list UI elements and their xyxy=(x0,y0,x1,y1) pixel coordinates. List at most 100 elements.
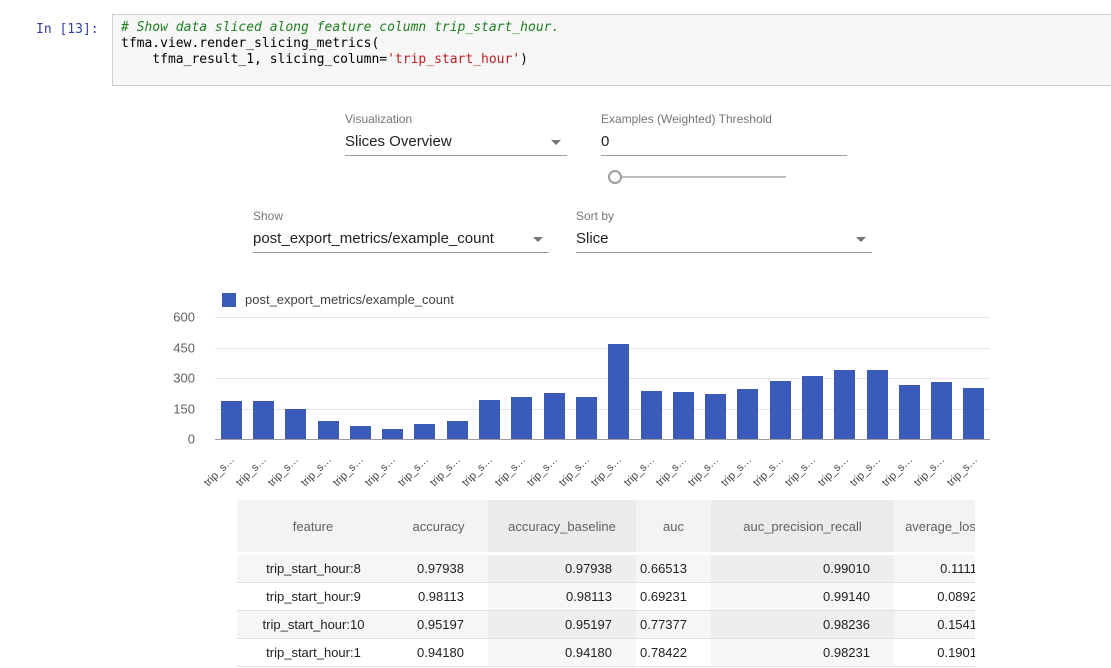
code-line-3: tfma_result_1, slicing_column='trip_star… xyxy=(121,52,1106,68)
bar-slot xyxy=(441,317,473,439)
metric-cell: 0.97938 xyxy=(389,555,488,583)
bar[interactable] xyxy=(285,409,306,439)
bar[interactable] xyxy=(479,400,500,439)
table-row: trip_start_hour:100.951970.951970.773770… xyxy=(237,611,975,639)
metric-cell: 0.1901 xyxy=(894,639,975,667)
threshold-label: Examples (Weighted) Threshold xyxy=(601,112,772,126)
slider-thumb[interactable] xyxy=(608,170,622,184)
bar-slot xyxy=(473,317,505,439)
metric-cell: 0.78422 xyxy=(636,639,711,667)
show-label: Show xyxy=(253,209,283,223)
code-text: ) xyxy=(520,52,528,67)
bar[interactable] xyxy=(511,397,532,439)
bar[interactable] xyxy=(673,392,694,439)
metric-cell: 0.77377 xyxy=(636,611,711,639)
column-header[interactable]: accuracy xyxy=(389,500,488,555)
feature-cell: trip_start_hour:8 xyxy=(237,555,389,583)
bar[interactable] xyxy=(576,397,597,439)
bar[interactable] xyxy=(931,382,952,439)
bar[interactable] xyxy=(963,388,984,439)
bar-slot xyxy=(861,317,893,439)
column-header[interactable]: average_los xyxy=(894,500,975,555)
bar[interactable] xyxy=(770,381,791,439)
feature-cell: trip_start_hour:1 xyxy=(237,639,389,667)
column-header[interactable]: accuracy_baseline xyxy=(488,500,636,555)
feature-cell: trip_start_hour:9 xyxy=(237,583,389,611)
bar-slot xyxy=(958,317,990,439)
metric-cell: 0.98236 xyxy=(711,611,894,639)
table-row: trip_start_hour:10.941800.941800.784220.… xyxy=(237,639,975,667)
x-tick-label: trip_s… xyxy=(202,454,237,489)
bar[interactable] xyxy=(867,370,888,439)
code-string: 'trip_start_hour' xyxy=(387,52,520,67)
sort-select[interactable]: Slice xyxy=(576,227,872,253)
legend-swatch xyxy=(222,293,236,307)
bar[interactable] xyxy=(802,376,823,439)
threshold-value: 0 xyxy=(601,130,847,153)
bar-slot xyxy=(796,317,828,439)
code-line-1: # Show data sliced along feature column … xyxy=(121,20,1106,36)
y-tick-label: 0 xyxy=(188,432,195,447)
dropdown-arrow-icon xyxy=(533,237,543,242)
visualization-select[interactable]: Slices Overview xyxy=(345,130,567,156)
bar[interactable] xyxy=(414,424,435,439)
slider-track[interactable] xyxy=(608,176,786,178)
metric-cell: 0.69231 xyxy=(636,583,711,611)
metric-cell: 0.98113 xyxy=(488,583,636,611)
metric-cell: 0.98231 xyxy=(711,639,894,667)
bar-slot xyxy=(603,317,635,439)
metric-cell: 0.94180 xyxy=(389,639,488,667)
threshold-slider[interactable] xyxy=(608,170,786,184)
code-text: tfma.view.render_slicing_metrics( xyxy=(121,36,379,51)
metric-cell: 0.97938 xyxy=(488,555,636,583)
dropdown-arrow-icon xyxy=(551,140,561,145)
table-header-row: featureaccuracyaccuracy_baselineaucauc_p… xyxy=(237,500,975,555)
gridline xyxy=(215,439,990,440)
bar[interactable] xyxy=(608,344,629,439)
bar-slot xyxy=(699,317,731,439)
bar-slot xyxy=(247,317,279,439)
bar[interactable] xyxy=(899,385,920,439)
sort-label: Sort by xyxy=(576,209,614,223)
bar[interactable] xyxy=(705,394,726,439)
bar[interactable] xyxy=(382,429,403,439)
bar[interactable] xyxy=(318,421,339,439)
column-header[interactable]: auc xyxy=(636,500,711,555)
code-line-2: tfma.view.render_slicing_metrics( xyxy=(121,36,1106,52)
bar[interactable] xyxy=(253,401,274,439)
metric-cell: 0.95197 xyxy=(389,611,488,639)
bar-slot xyxy=(538,317,570,439)
bar[interactable] xyxy=(447,421,468,439)
table-row: trip_start_hour:90.981130.981130.692310.… xyxy=(237,583,975,611)
metric-cell: 0.99010 xyxy=(711,555,894,583)
bar[interactable] xyxy=(350,426,371,439)
bar[interactable] xyxy=(737,389,758,439)
code-text: tfma_result_1, slicing_column= xyxy=(121,52,387,67)
y-tick-label: 450 xyxy=(173,340,195,355)
metrics-table: featureaccuracyaccuracy_baselineaucauc_p… xyxy=(237,500,975,668)
y-tick-label: 600 xyxy=(173,310,195,325)
metric-cell: 0.1541 xyxy=(894,611,975,639)
bar-slot xyxy=(312,317,344,439)
bar-slot xyxy=(376,317,408,439)
x-axis-labels: trip_s…trip_s…trip_s…trip_s…trip_s…trip_… xyxy=(215,441,990,479)
bar[interactable] xyxy=(221,401,242,439)
bar-slot xyxy=(409,317,441,439)
code-cell[interactable]: # Show data sliced along feature column … xyxy=(112,14,1111,86)
metric-cell: 0.1111 xyxy=(894,555,975,583)
bar[interactable] xyxy=(641,391,662,439)
show-value: post_export_metrics/example_count xyxy=(253,227,549,250)
column-header[interactable]: auc_precision_recall xyxy=(711,500,894,555)
x-label-slot: trip_s… xyxy=(958,441,990,479)
bar[interactable] xyxy=(544,393,565,439)
bar-slot xyxy=(732,317,764,439)
threshold-input[interactable]: 0 xyxy=(601,130,847,156)
bar-slot xyxy=(893,317,925,439)
bar[interactable] xyxy=(834,370,855,439)
table-body: trip_start_hour:80.979380.979380.665130.… xyxy=(237,555,975,667)
show-select[interactable]: post_export_metrics/example_count xyxy=(253,227,549,253)
column-header[interactable]: feature xyxy=(237,500,389,555)
y-tick-label: 150 xyxy=(173,401,195,416)
y-tick-label: 300 xyxy=(173,371,195,386)
metric-cell: 0.66513 xyxy=(636,555,711,583)
